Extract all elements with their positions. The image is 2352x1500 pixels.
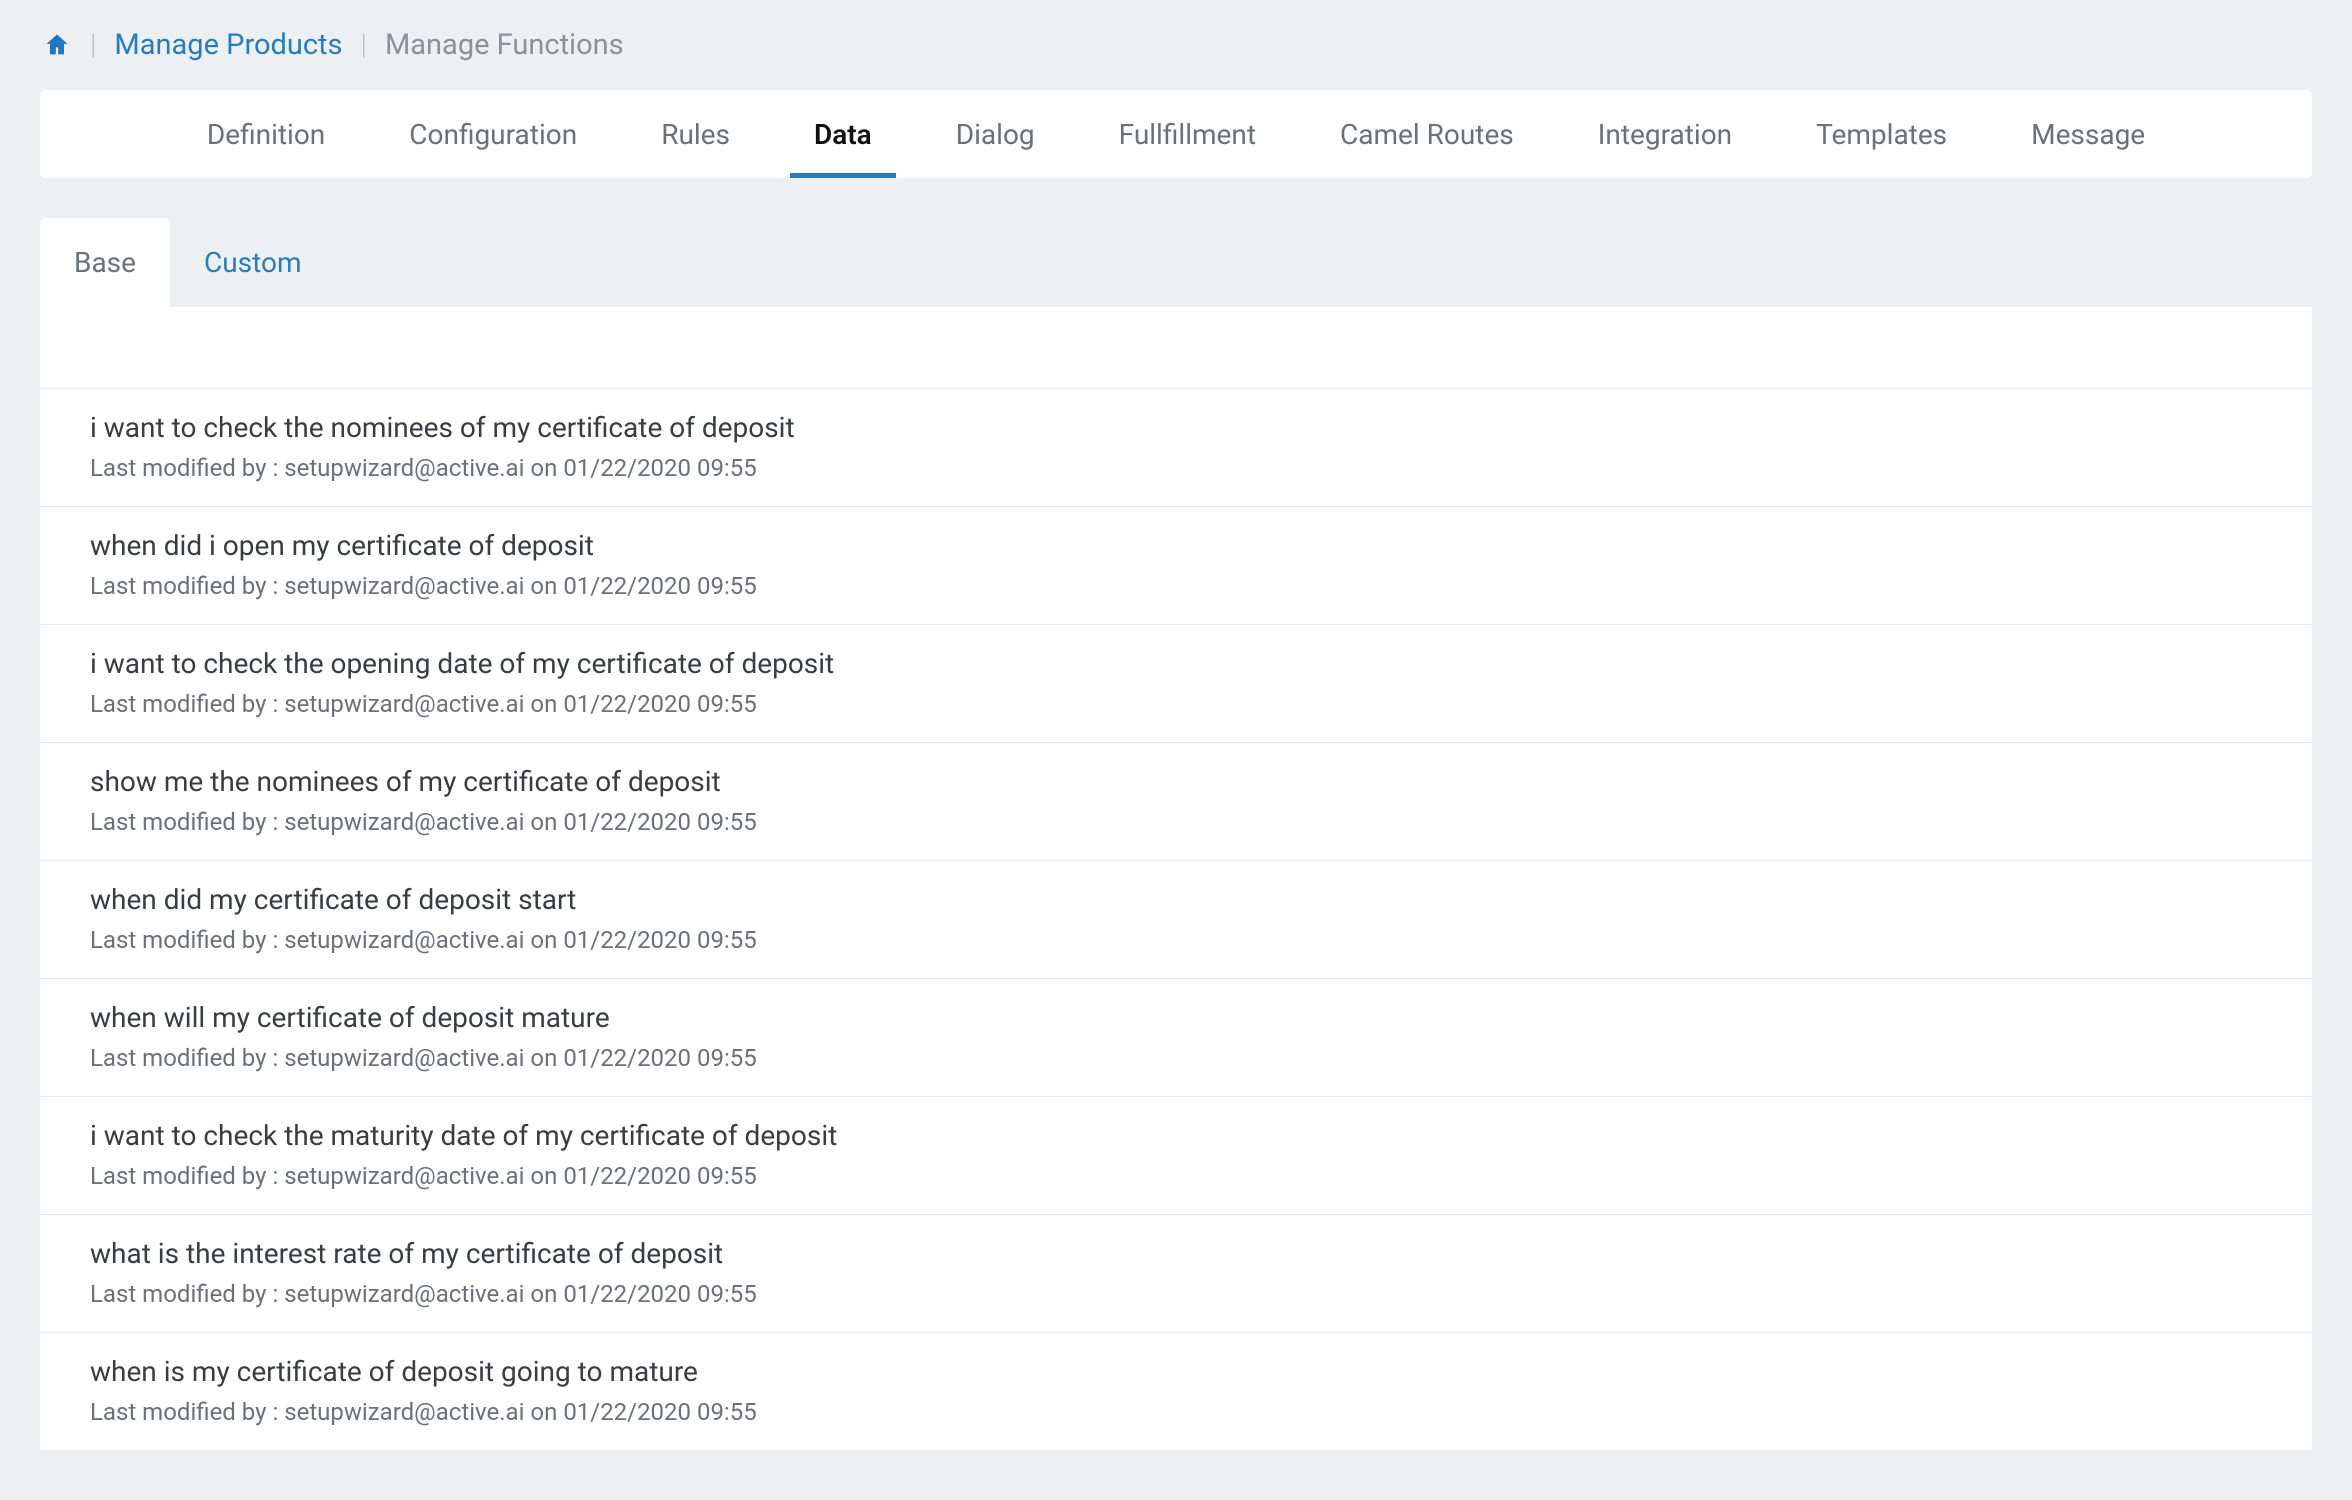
meta-date: 01/22/2020 09:55 — [563, 572, 756, 600]
meta-date: 01/22/2020 09:55 — [563, 1398, 756, 1426]
meta-date: 01/22/2020 09:55 — [563, 1162, 756, 1190]
list-item-meta: Last modified by : setupwizard@active.ai… — [90, 1162, 2262, 1190]
breadcrumb-separator: | — [361, 28, 367, 62]
meta-prefix: Last modified by : — [90, 690, 284, 718]
meta-on: on — [524, 1162, 563, 1190]
list-item[interactable]: when did i open my certificate of deposi… — [40, 507, 2312, 625]
list-item-meta: Last modified by : setupwizard@active.ai… — [90, 1044, 2262, 1072]
breadcrumb-link-manage-products[interactable]: Manage Products — [114, 28, 342, 62]
breadcrumb-separator: | — [90, 28, 96, 62]
tab-camel-routes[interactable]: Camel Routes — [1334, 90, 1520, 178]
meta-on: on — [524, 454, 563, 482]
meta-prefix: Last modified by : — [90, 572, 284, 600]
list-item-meta: Last modified by : setupwizard@active.ai… — [90, 808, 2262, 836]
meta-user: setupwizard@active.ai — [284, 926, 524, 954]
meta-date: 01/22/2020 09:55 — [563, 454, 756, 482]
breadcrumb-current: Manage Functions — [385, 28, 624, 62]
meta-on: on — [524, 808, 563, 836]
meta-date: 01/22/2020 09:55 — [563, 690, 756, 718]
data-panel-header — [40, 307, 2312, 389]
list-item-meta: Last modified by : setupwizard@active.ai… — [90, 690, 2262, 718]
home-icon[interactable] — [42, 31, 72, 59]
meta-on: on — [524, 1044, 563, 1072]
list-item-title: when did my certificate of deposit start — [90, 883, 2262, 916]
meta-prefix: Last modified by : — [90, 454, 284, 482]
meta-user: setupwizard@active.ai — [284, 808, 524, 836]
meta-user: setupwizard@active.ai — [284, 572, 524, 600]
list-item-title: show me the nominees of my certificate o… — [90, 765, 2262, 798]
list-item-title: when will my certificate of deposit matu… — [90, 1001, 2262, 1034]
list-item[interactable]: when is my certificate of deposit going … — [40, 1333, 2312, 1451]
meta-on: on — [524, 572, 563, 600]
meta-user: setupwizard@active.ai — [284, 1398, 524, 1426]
tab-rules[interactable]: Rules — [655, 90, 736, 178]
subtab-base[interactable]: Base — [40, 218, 170, 307]
meta-user: setupwizard@active.ai — [284, 1044, 524, 1072]
list-item[interactable]: show me the nominees of my certificate o… — [40, 743, 2312, 861]
list-item-meta: Last modified by : setupwizard@active.ai… — [90, 1398, 2262, 1426]
list-item-meta: Last modified by : setupwizard@active.ai… — [90, 572, 2262, 600]
list-item[interactable]: when did my certificate of deposit start… — [40, 861, 2312, 979]
list-item-meta: Last modified by : setupwizard@active.ai… — [90, 1280, 2262, 1308]
top-tabbar: Definition Configuration Rules Data Dial… — [40, 90, 2312, 178]
list-item[interactable]: i want to check the opening date of my c… — [40, 625, 2312, 743]
meta-user: setupwizard@active.ai — [284, 1162, 524, 1190]
top-tabbar-inner: Definition Configuration Rules Data Dial… — [201, 90, 2151, 178]
meta-date: 01/22/2020 09:55 — [563, 926, 756, 954]
list-item-meta: Last modified by : setupwizard@active.ai… — [90, 454, 2262, 482]
tab-data[interactable]: Data — [808, 90, 878, 178]
meta-date: 01/22/2020 09:55 — [563, 1044, 756, 1072]
list-item-title: when did i open my certificate of deposi… — [90, 529, 2262, 562]
sub-tabbar: Base Custom — [40, 218, 2312, 307]
subtab-custom[interactable]: Custom — [170, 218, 336, 307]
meta-prefix: Last modified by : — [90, 1280, 284, 1308]
list-item-title: i want to check the opening date of my c… — [90, 647, 2262, 680]
meta-date: 01/22/2020 09:55 — [563, 808, 756, 836]
breadcrumb: | Manage Products | Manage Functions — [0, 0, 2352, 90]
list-item[interactable]: i want to check the nominees of my certi… — [40, 389, 2312, 507]
meta-prefix: Last modified by : — [90, 1398, 284, 1426]
tab-templates[interactable]: Templates — [1810, 90, 1953, 178]
meta-user: setupwizard@active.ai — [284, 454, 524, 482]
meta-prefix: Last modified by : — [90, 926, 284, 954]
list-item-meta: Last modified by : setupwizard@active.ai… — [90, 926, 2262, 954]
tab-integration[interactable]: Integration — [1592, 90, 1738, 178]
meta-date: 01/22/2020 09:55 — [563, 1280, 756, 1308]
list-item[interactable]: when will my certificate of deposit matu… — [40, 979, 2312, 1097]
list-item-title: when is my certificate of deposit going … — [90, 1355, 2262, 1388]
data-panel: i want to check the nominees of my certi… — [40, 307, 2312, 1451]
meta-user: setupwizard@active.ai — [284, 1280, 524, 1308]
tab-fullfillment[interactable]: Fullfillment — [1113, 90, 1262, 178]
tab-configuration[interactable]: Configuration — [403, 90, 583, 178]
tab-dialog[interactable]: Dialog — [950, 90, 1041, 178]
meta-on: on — [524, 926, 563, 954]
list-item-title: i want to check the maturity date of my … — [90, 1119, 2262, 1152]
list-item-title: i want to check the nominees of my certi… — [90, 411, 2262, 444]
meta-on: on — [524, 1398, 563, 1426]
meta-on: on — [524, 1280, 563, 1308]
tab-message[interactable]: Message — [2025, 90, 2151, 178]
meta-prefix: Last modified by : — [90, 1162, 284, 1190]
list-item-title: what is the interest rate of my certific… — [90, 1237, 2262, 1270]
meta-user: setupwizard@active.ai — [284, 690, 524, 718]
tab-definition[interactable]: Definition — [201, 90, 331, 178]
meta-on: on — [524, 690, 563, 718]
meta-prefix: Last modified by : — [90, 808, 284, 836]
list-item[interactable]: what is the interest rate of my certific… — [40, 1215, 2312, 1333]
meta-prefix: Last modified by : — [90, 1044, 284, 1072]
list-item[interactable]: i want to check the maturity date of my … — [40, 1097, 2312, 1215]
